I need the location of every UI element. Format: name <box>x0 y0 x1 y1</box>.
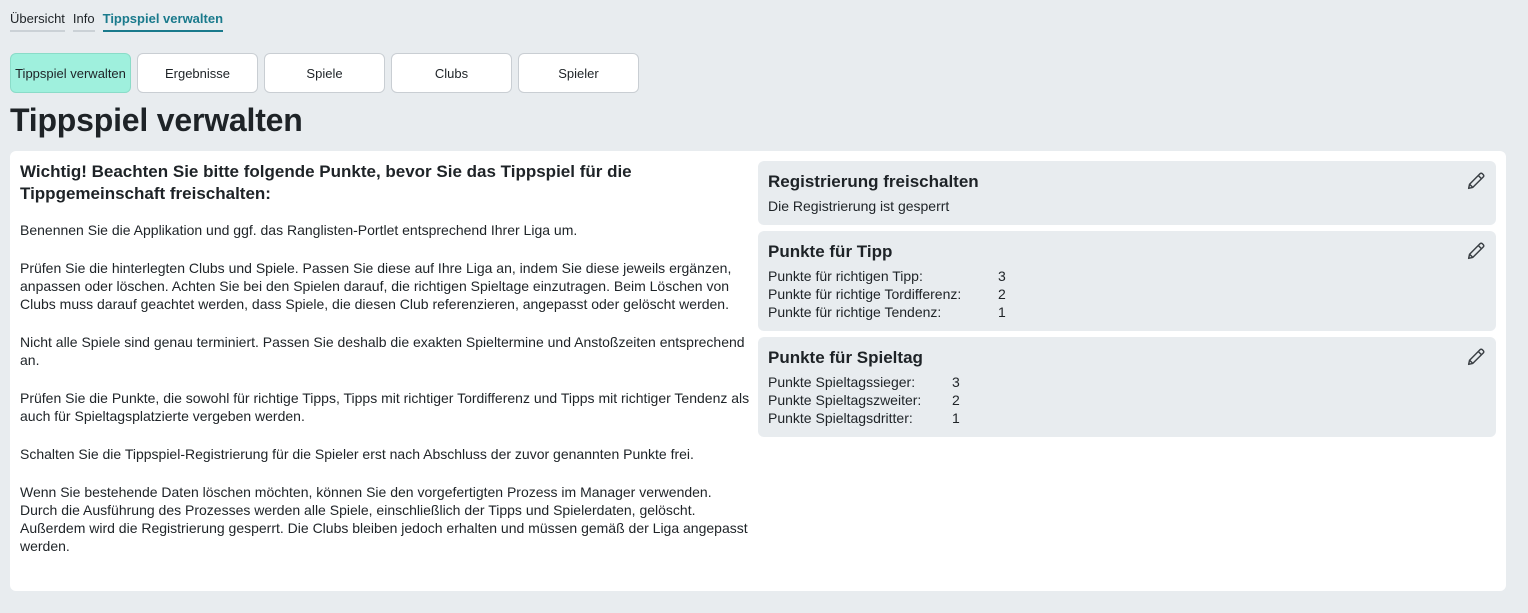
instruction-paragraph: Wenn Sie bestehende Daten löschen möchte… <box>20 484 748 554</box>
points-row: Punkte für richtigen Tipp: 3 <box>768 267 1486 285</box>
points-label: Punkte für richtige Tordifferenz: <box>768 286 962 302</box>
points-label: Punkte Spieltagszweiter: <box>768 392 922 408</box>
points-value: 1 <box>952 410 960 426</box>
points-row: Punkte für richtige Tendenz: 1 <box>768 303 1486 321</box>
points-value: 3 <box>998 268 1006 284</box>
tip-points-panel: Punkte für Tipp Punkte für richtigen Tip… <box>758 231 1496 331</box>
points-value: 1 <box>998 304 1006 320</box>
tippspiel-verwalten-button[interactable]: Tippspiel verwalten <box>10 53 131 93</box>
pencil-icon <box>1467 348 1485 366</box>
registration-title: Registrierung freischalten <box>768 172 979 191</box>
points-label: Punkte Spieltagsdritter: <box>768 410 913 426</box>
registration-panel: Registrierung freischalten Die Registrie… <box>758 161 1496 225</box>
points-value: 2 <box>998 286 1006 302</box>
instruction-paragraph: Nicht alle Spiele sind genau terminiert.… <box>20 334 745 368</box>
spiele-button[interactable]: Spiele <box>264 53 385 93</box>
pencil-icon <box>1467 242 1485 260</box>
edit-tip-points-button[interactable] <box>1464 239 1488 263</box>
top-tab-bar: Übersicht Info Tippspiel verwalten <box>10 10 224 32</box>
points-value: 2 <box>952 392 960 408</box>
points-label: Punkte Spieltagssieger: <box>768 374 916 390</box>
instruction-paragraph: Benennen Sie die Applikation und ggf. da… <box>20 222 578 238</box>
matchday-points-title: Punkte für Spieltag <box>768 348 923 367</box>
clubs-button[interactable]: Clubs <box>391 53 512 93</box>
registration-status: Die Registrierung ist gesperrt <box>768 198 950 214</box>
content-card: Wichtig! Beachten Sie bitte folgende Pun… <box>10 151 1506 591</box>
points-row: Punkte für richtige Tordifferenz: 2 <box>768 285 1486 303</box>
warning-title: Wichtig! Beachten Sie bitte folgende Pun… <box>20 162 632 203</box>
points-label: Punkte für richtige Tendenz: <box>768 304 942 320</box>
edit-registration-button[interactable] <box>1464 169 1488 193</box>
instruction-paragraph: Prüfen Sie die Punkte, die sowohl für ri… <box>20 390 750 424</box>
tab-uebersicht[interactable]: Übersicht <box>10 10 65 32</box>
tip-points-title: Punkte für Tipp <box>768 242 893 261</box>
edit-matchday-points-button[interactable] <box>1464 345 1488 369</box>
points-value: 3 <box>952 374 960 390</box>
tab-tippspiel-verwalten[interactable]: Tippspiel verwalten <box>102 10 224 32</box>
spieler-button[interactable]: Spieler <box>518 53 639 93</box>
instruction-paragraph: Schalten Sie die Tippspiel-Registrierung… <box>20 446 694 462</box>
pencil-icon <box>1467 172 1485 190</box>
instruction-paragraph: Prüfen Sie die hinterlegten Clubs und Sp… <box>20 260 732 312</box>
page-title: Tippspiel verwalten <box>10 102 303 138</box>
tab-info[interactable]: Info <box>72 10 95 32</box>
instructions: Wichtig! Beachten Sie bitte folgende Pun… <box>20 161 750 575</box>
points-row: Punkte Spieltagssieger: 3 <box>768 373 1486 391</box>
points-row: Punkte Spieltagsdritter: 1 <box>768 409 1486 427</box>
matchday-points-panel: Punkte für Spieltag Punkte Spieltagssieg… <box>758 337 1496 437</box>
ergebnisse-button[interactable]: Ergebnisse <box>137 53 258 93</box>
points-row: Punkte Spieltagszweiter: 2 <box>768 391 1486 409</box>
section-button-bar: Tippspiel verwalten Ergebnisse Spiele Cl… <box>10 53 639 93</box>
points-label: Punkte für richtigen Tipp: <box>768 268 923 284</box>
